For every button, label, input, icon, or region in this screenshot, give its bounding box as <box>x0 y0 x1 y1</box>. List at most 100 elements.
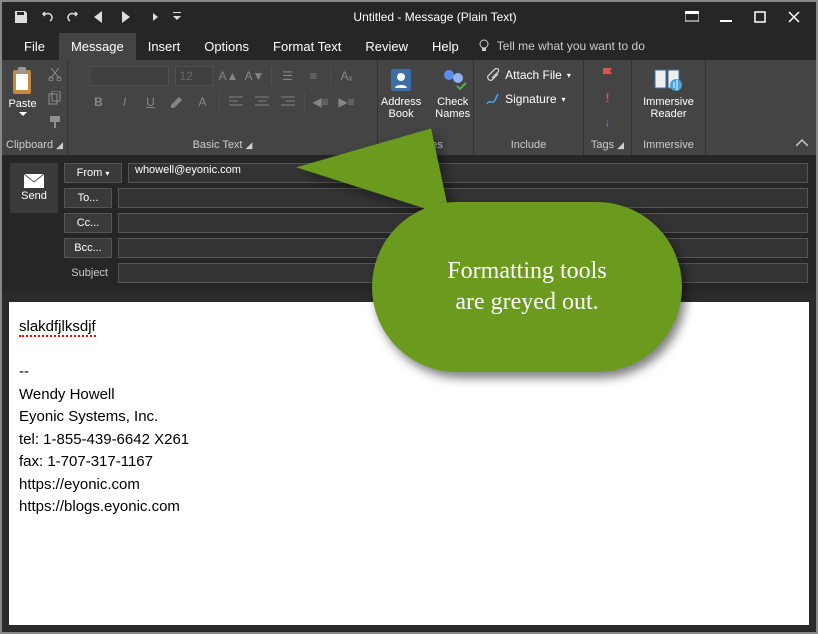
clear-formatting-icon: Aₓ <box>337 66 357 86</box>
cc-button[interactable]: Cc... <box>64 213 112 233</box>
underline-icon: U <box>141 92 161 112</box>
align-right-icon <box>278 92 298 112</box>
check-names-button[interactable]: Check Names <box>431 64 474 122</box>
font-size-select: 12 <box>175 66 213 86</box>
window-title: Untitled - Message (Plain Text) <box>186 10 684 24</box>
italic-icon: I <box>115 92 135 112</box>
save-icon[interactable] <box>12 8 30 26</box>
menu-bar: File Message Insert Options Format Text … <box>2 32 816 60</box>
menu-insert[interactable]: Insert <box>136 33 193 60</box>
chevron-down-icon: ▾ <box>567 71 571 80</box>
group-clipboard: Paste Clipboard◢ <box>2 60 68 155</box>
tell-me-search[interactable]: Tell me what you want to do <box>477 39 645 53</box>
address-book-button[interactable]: Address Book <box>377 64 425 122</box>
maximize-icon[interactable] <box>752 9 768 25</box>
signature-name: Wendy Howell <box>19 386 115 403</box>
signature-url2: https://blogs.eyonic.com <box>19 498 180 515</box>
forward-icon[interactable] <box>142 8 160 26</box>
tell-me-label: Tell me what you want to do <box>497 39 645 53</box>
dialog-launcher-icon[interactable]: ◢ <box>617 140 624 151</box>
message-body[interactable]: slakdfjlksdjf -- Wendy Howell Eyonic Sys… <box>9 302 809 625</box>
align-center-icon <box>252 92 272 112</box>
signature-icon <box>486 92 500 106</box>
signature-url1: https://eyonic.com <box>19 476 140 493</box>
high-importance-icon[interactable]: ! <box>598 88 618 108</box>
ribbon-display-icon[interactable] <box>684 9 700 25</box>
follow-up-icon[interactable] <box>598 64 618 84</box>
address-book-icon <box>387 66 415 94</box>
envelope-icon <box>24 174 44 188</box>
low-importance-icon[interactable]: ↓ <box>598 112 618 132</box>
signature-button[interactable]: Signature▾ <box>486 88 565 110</box>
check-names-icon <box>439 66 467 94</box>
menu-options[interactable]: Options <box>192 33 261 60</box>
align-left-icon <box>226 92 246 112</box>
format-painter-icon <box>45 112 65 132</box>
immersive-label: Immersive <box>643 139 694 151</box>
names-label: Names <box>408 139 443 151</box>
menu-file[interactable]: File <box>10 33 59 60</box>
bullets-icon: ☰ <box>278 66 298 86</box>
paste-button[interactable]: Paste <box>4 64 40 118</box>
group-names: Address Book Check Names Names <box>378 60 474 155</box>
grow-font-icon: A▲ <box>219 66 239 86</box>
to-field[interactable] <box>118 188 808 208</box>
bold-icon: B <box>89 92 109 112</box>
quick-access-toolbar <box>2 8 186 26</box>
redo-icon[interactable] <box>64 8 82 26</box>
send-button[interactable]: Send <box>10 163 58 213</box>
minimize-icon[interactable] <box>718 9 734 25</box>
bcc-button[interactable]: Bcc... <box>64 238 112 258</box>
signature-company: Eyonic Systems, Inc. <box>19 408 158 425</box>
collapse-ribbon-icon[interactable] <box>796 135 808 149</box>
close-icon[interactable] <box>786 9 802 25</box>
to-button[interactable]: To... <box>64 188 112 208</box>
dialog-launcher-icon[interactable]: ◢ <box>56 140 63 151</box>
from-button[interactable]: From▾ <box>64 163 122 183</box>
chevron-down-icon: ▾ <box>562 95 566 104</box>
bcc-field[interactable] <box>118 238 808 258</box>
chevron-down-icon: ▾ <box>105 169 109 178</box>
undo-icon[interactable] <box>38 8 56 26</box>
clipboard-icon <box>10 66 36 96</box>
from-field[interactable]: whowell@eyonic.com <box>128 163 808 183</box>
message-header: Send From▾ whowell@eyonic.com To... Cc..… <box>2 155 816 291</box>
group-immersive: Immersive Reader Immersive <box>632 60 706 155</box>
title-bar: Untitled - Message (Plain Text) <box>2 2 816 32</box>
subject-field[interactable] <box>118 263 808 283</box>
lightbulb-icon <box>477 39 491 53</box>
menu-message[interactable]: Message <box>59 33 136 60</box>
group-basic-text: 12 A▲ A▼ ☰ ≡ Aₓ B I U A ◀≡ <box>68 60 378 155</box>
immersive-reader-icon <box>653 66 683 94</box>
group-tags: ! ↓ Tags◢ <box>584 60 632 155</box>
next-icon[interactable] <box>116 8 134 26</box>
subject-label: Subject <box>64 267 112 279</box>
ribbon: Paste Clipboard◢ 12 A▲ A▼ ☰ ≡ Aₓ <box>2 60 816 155</box>
shrink-font-icon: A▼ <box>245 66 265 86</box>
decrease-indent-icon: ◀≡ <box>311 92 331 112</box>
include-label: Include <box>511 139 546 151</box>
basic-text-label: Basic Text <box>193 139 243 151</box>
font-color-icon: A <box>193 92 213 112</box>
qat-customize-icon[interactable] <box>168 8 186 26</box>
immersive-reader-button[interactable]: Immersive Reader <box>639 64 698 122</box>
menu-help[interactable]: Help <box>420 33 471 60</box>
menu-format-text[interactable]: Format Text <box>261 33 353 60</box>
chevron-down-icon <box>19 112 27 116</box>
signature-tel: tel: 1-855-439-6642 X261 <box>19 431 189 448</box>
signature-fax: fax: 1-707-317-1167 <box>19 453 153 470</box>
cc-field[interactable] <box>118 213 808 233</box>
numbering-icon: ≡ <box>304 66 324 86</box>
paste-label: Paste <box>8 98 36 110</box>
previous-icon[interactable] <box>90 8 108 26</box>
dialog-launcher-icon[interactable]: ◢ <box>246 140 253 151</box>
clipboard-label: Clipboard <box>6 139 53 151</box>
tags-label: Tags <box>591 139 614 151</box>
paperclip-icon <box>486 68 500 82</box>
font-family-select <box>89 66 169 86</box>
highlight-icon <box>167 92 187 112</box>
increase-indent-icon: ▶≡ <box>337 92 357 112</box>
attach-file-button[interactable]: Attach File▾ <box>486 64 571 86</box>
group-include: Attach File▾ Signature▾ Include <box>474 60 584 155</box>
menu-review[interactable]: Review <box>353 33 420 60</box>
